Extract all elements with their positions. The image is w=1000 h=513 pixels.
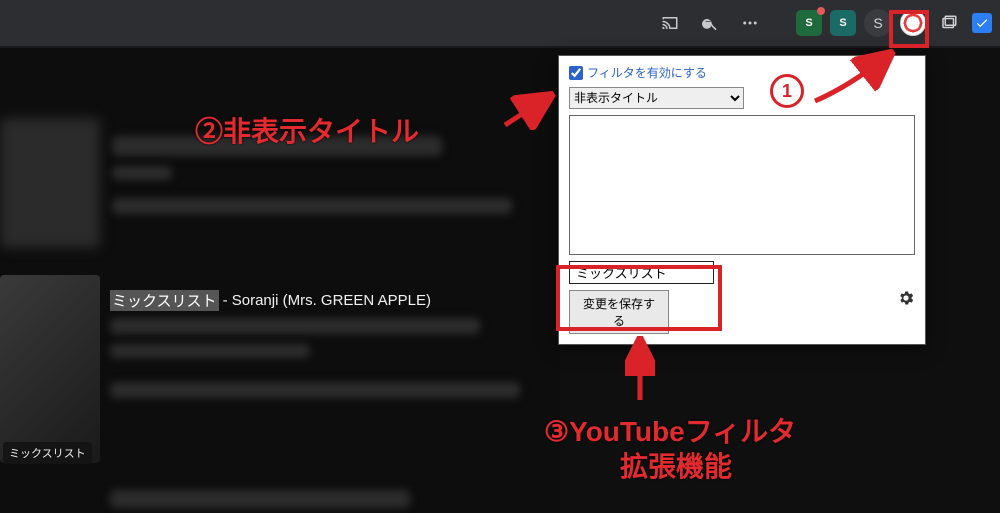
enable-filter-label: フィルタを有効にする bbox=[587, 64, 707, 81]
annotation-arrow-3 bbox=[625, 335, 655, 405]
mixlist-tag: ミックスリスト bbox=[3, 442, 92, 464]
video-title-row[interactable]: ミックスリスト - Soranji (Mrs. GREEN APPLE) bbox=[110, 290, 431, 311]
annotation-text-2: ②非表示タイトル bbox=[195, 110, 419, 150]
extension-badge-1[interactable]: S bbox=[796, 10, 822, 36]
badge-2-letter: S bbox=[839, 17, 846, 29]
annotation-text-3-line2: 拡張機能 bbox=[620, 445, 732, 485]
annotation-arrow-2 bbox=[500, 90, 560, 130]
annotation-circle-1: 1 bbox=[770, 74, 804, 108]
checkbox-blue-icon[interactable] bbox=[972, 13, 992, 33]
tab-overview-icon[interactable] bbox=[934, 8, 964, 38]
more-icon[interactable] bbox=[734, 7, 766, 39]
annotation-box-save bbox=[556, 265, 722, 331]
annotation-box-extension-icon bbox=[889, 10, 929, 48]
browser-top-bar: S S S bbox=[0, 0, 1000, 48]
filter-type-select[interactable]: 非表示タイトル bbox=[569, 87, 744, 109]
cast-icon[interactable] bbox=[654, 7, 686, 39]
extension-badge-2[interactable]: S bbox=[830, 10, 856, 36]
enable-filter-checkbox[interactable] bbox=[569, 66, 583, 80]
annotation-arrow-1 bbox=[810, 46, 900, 106]
filter-list-textarea[interactable] bbox=[569, 115, 915, 255]
video-thumbnail[interactable] bbox=[0, 275, 100, 463]
profile-avatar[interactable]: S bbox=[864, 9, 892, 37]
annotation-number-1: 1 bbox=[782, 81, 792, 102]
profile-letter: S bbox=[873, 15, 882, 31]
video-title-rest: - Soranji (Mrs. GREEN APPLE) bbox=[223, 292, 431, 309]
badge-1-letter: S bbox=[805, 17, 812, 29]
zoom-out-icon[interactable] bbox=[694, 7, 726, 39]
mixlist-highlight: ミックスリスト bbox=[110, 290, 219, 311]
annotation-text-3-line1: ③YouTubeフィルタ bbox=[544, 410, 796, 450]
settings-gear-icon[interactable] bbox=[897, 289, 915, 310]
